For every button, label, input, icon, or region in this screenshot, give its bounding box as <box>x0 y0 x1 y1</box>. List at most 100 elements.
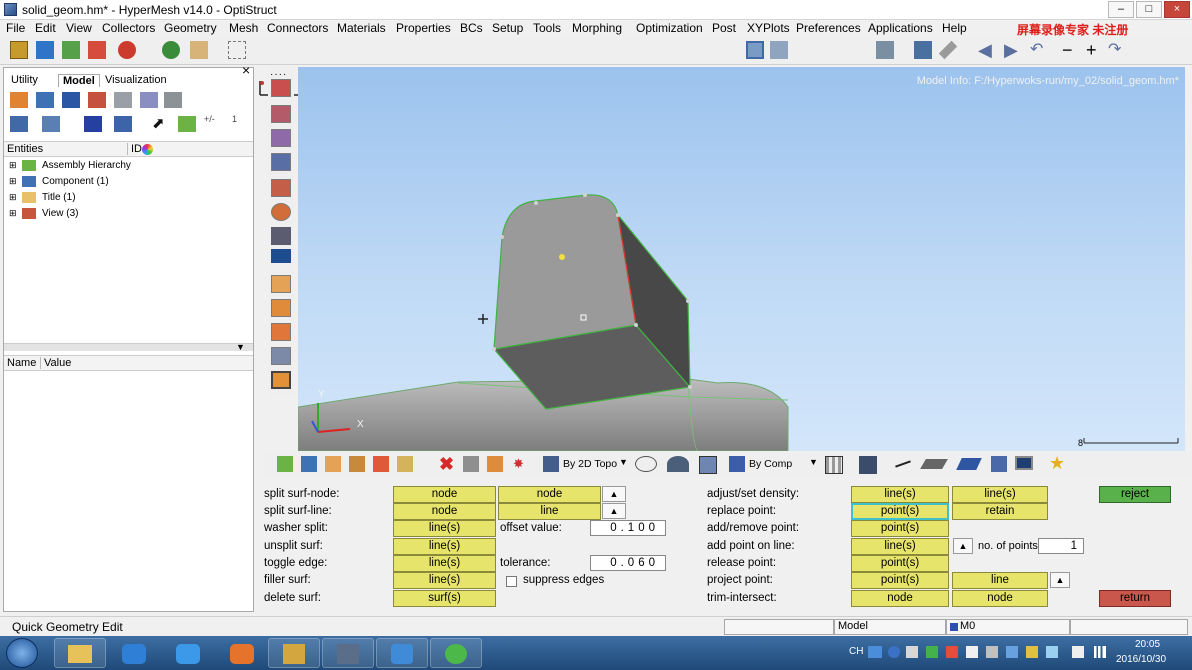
reset-view-icon[interactable]: ↶ <box>1030 41 1048 59</box>
tree-item-title[interactable]: Title (1) <box>42 192 76 203</box>
topo-label[interactable]: By 2D Topo <box>563 458 617 470</box>
transform-icon[interactable] <box>271 347 291 365</box>
taskbar-hyperworks-icon[interactable] <box>322 638 374 668</box>
hide-icon[interactable] <box>114 116 132 132</box>
tray-display-icon[interactable] <box>1072 646 1084 658</box>
unsplit-surf-lines-button[interactable]: line(s) <box>393 538 496 555</box>
arrow-right-icon[interactable]: ▶ <box>1004 41 1022 59</box>
menu-mesh[interactable]: Mesh <box>229 21 258 35</box>
tray-time[interactable]: 20:05 <box>1135 639 1160 650</box>
toggle-edge-lines-button[interactable]: line(s) <box>393 555 496 572</box>
menu-bcs[interactable]: BCs <box>460 21 483 35</box>
taskbar-explorer-icon[interactable] <box>54 638 106 668</box>
zoom-in-icon[interactable]: + <box>1086 41 1104 59</box>
quality-icon[interactable] <box>271 203 291 221</box>
distance-icon[interactable] <box>271 275 291 293</box>
isolate-icon[interactable] <box>84 116 102 132</box>
adjust-density-lines2-button[interactable]: line(s) <box>952 486 1048 503</box>
zoom-out-icon[interactable]: − <box>1062 41 1080 59</box>
shade-icon[interactable] <box>667 456 689 472</box>
menu-materials[interactable]: Materials <box>337 21 386 35</box>
unmask-icon[interactable] <box>373 456 389 472</box>
label-abc2-icon[interactable] <box>271 323 291 341</box>
menu-optimization[interactable]: Optimization <box>636 21 703 35</box>
project-point-points-button[interactable]: point(s) <box>851 572 949 589</box>
graphics-viewport[interactable]: Model Info: F:/Hyperwoks-run/my_02/solid… <box>298 67 1185 451</box>
split-surf-node-toggle-icon[interactable]: ▲ <box>602 486 626 502</box>
quick-edit-icon[interactable] <box>914 41 932 59</box>
delete-x-icon[interactable]: ✖ <box>439 454 454 475</box>
tree-expand-icon[interactable]: ⊞ <box>9 160 17 171</box>
cursor-icon[interactable] <box>228 41 246 59</box>
menu-collectors[interactable]: Collectors <box>102 21 155 35</box>
menu-connectors[interactable]: Connectors <box>267 21 328 35</box>
washer-split-lines-button[interactable]: line(s) <box>393 520 496 537</box>
show-icon[interactable] <box>42 116 60 132</box>
offset-value-input[interactable]: 0.100 <box>590 520 666 536</box>
solid-cube-icon[interactable] <box>859 456 877 474</box>
monitor-icon[interactable] <box>1015 456 1033 470</box>
surface-icon[interactable] <box>271 105 291 123</box>
hide-elements-icon[interactable] <box>487 456 503 472</box>
geometry-icon[interactable] <box>271 79 291 97</box>
splitter-arrow-icon[interactable]: ▼ <box>236 342 245 352</box>
surface-display-icon[interactable] <box>956 458 982 470</box>
tray-volume-icon[interactable] <box>986 646 998 658</box>
reject-button[interactable]: reject <box>1099 486 1171 503</box>
show-toggle-icon[interactable]: +/- <box>204 114 222 130</box>
find-icon[interactable] <box>178 116 196 132</box>
suppress-edges-checkbox[interactable] <box>506 576 517 587</box>
menu-help[interactable]: Help <box>942 21 967 35</box>
tolerance-input[interactable]: 0.060 <box>590 555 666 571</box>
comp-display-icon[interactable] <box>301 456 317 472</box>
delete-surf-surfs-button[interactable]: surf(s) <box>393 590 496 607</box>
tree-expand-icon[interactable]: ⊞ <box>9 176 17 187</box>
split-surf-line-toggle-icon[interactable]: ▲ <box>602 503 626 519</box>
line-icon[interactable] <box>895 460 911 468</box>
assembly-icon[interactable] <box>36 92 54 108</box>
adjust-density-lines1-button[interactable]: line(s) <box>851 486 949 503</box>
display-mode-icon[interactable] <box>746 41 764 59</box>
shaded-icon[interactable] <box>770 41 788 59</box>
save-icon[interactable] <box>36 41 54 59</box>
taskbar-wps-icon[interactable] <box>216 638 268 668</box>
tray-monitor-icon[interactable] <box>1006 646 1018 658</box>
display-icon[interactable] <box>10 116 28 132</box>
open-icon[interactable] <box>10 41 28 59</box>
tree-expand-icon[interactable]: ⊞ <box>9 192 17 203</box>
menu-post[interactable]: Post <box>712 21 736 35</box>
measure-icon[interactable] <box>271 227 291 245</box>
tab-model[interactable]: Model <box>58 74 100 87</box>
points-count-toggle-icon[interactable]: ▲ <box>953 538 973 554</box>
reveal-icon[interactable] <box>397 456 413 472</box>
mesh-cube-icon[interactable] <box>825 456 843 474</box>
connect-icon[interactable]: ✸ <box>513 456 529 472</box>
comp-color-icon[interactable] <box>277 456 293 472</box>
comp-color-mode-icon[interactable] <box>729 456 745 472</box>
topo-icon[interactable] <box>543 456 559 472</box>
color-wheel-icon[interactable] <box>142 144 153 155</box>
tab-utility[interactable]: Utility <box>11 74 38 86</box>
maximize-button[interactable]: □ <box>1136 1 1162 18</box>
comp-label[interactable]: By Comp <box>749 458 792 470</box>
info-icon[interactable] <box>271 249 291 263</box>
trim-intersect-node1-button[interactable]: node <box>851 590 949 607</box>
tray-keyboard-icon[interactable] <box>906 646 918 658</box>
taskbar-bird-icon[interactable] <box>162 638 214 668</box>
replace-point-points-button[interactable]: point(s) <box>851 503 949 520</box>
menu-geometry[interactable]: Geometry <box>164 21 217 35</box>
split-surf-node-node1-button[interactable]: node <box>393 486 496 503</box>
options-icon[interactable] <box>190 41 208 59</box>
menu-preferences[interactable]: Preferences <box>796 21 861 35</box>
temp-nodes-icon[interactable] <box>463 456 479 472</box>
visualization-icon[interactable] <box>876 41 894 59</box>
release-point-points-button[interactable]: point(s) <box>851 555 949 572</box>
user-icon[interactable] <box>162 41 180 59</box>
return-button[interactable]: return <box>1099 590 1171 607</box>
tray-date[interactable]: 2016/10/30 <box>1116 654 1166 665</box>
project-point-line-button[interactable]: line <box>952 572 1048 589</box>
menu-view[interactable]: View <box>66 21 92 35</box>
start-button[interactable] <box>6 638 38 668</box>
tray-input-icon[interactable] <box>868 646 882 658</box>
tray-app-icon[interactable] <box>926 646 938 658</box>
